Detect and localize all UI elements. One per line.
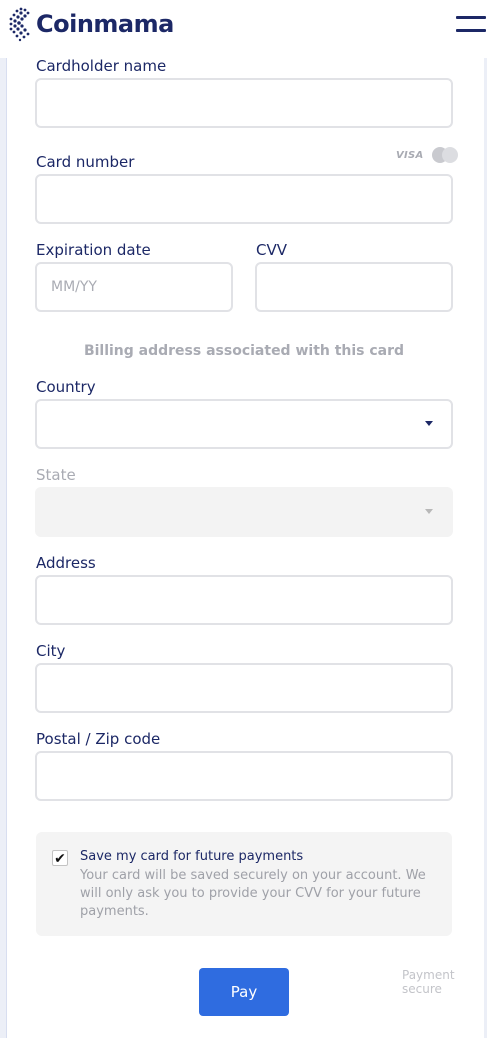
postal-code-input[interactable] (35, 751, 453, 801)
coinmama-logo-icon (9, 7, 30, 42)
expiration-date-input[interactable] (35, 262, 233, 312)
cvv-label: CVV (256, 241, 287, 259)
cardholder-name-input[interactable] (35, 78, 453, 128)
address-input[interactable] (35, 575, 453, 625)
cvv-input[interactable] (255, 262, 453, 312)
save-card-checkbox[interactable]: ✔ (52, 850, 68, 866)
expiration-date-label: Expiration date (36, 241, 151, 259)
cardholder-name-label: Cardholder name (36, 57, 167, 75)
country-label: Country (36, 378, 96, 396)
chevron-down-icon (425, 509, 433, 514)
address-label: Address (36, 554, 96, 572)
pay-button[interactable]: Pay (199, 968, 289, 1016)
save-card-description: Your card will be saved securely on your… (80, 868, 426, 919)
country-select[interactable] (35, 399, 453, 449)
city-label: City (36, 642, 66, 660)
city-input[interactable] (35, 663, 453, 713)
brand-logo[interactable]: Coinmama (8, 6, 174, 42)
card-number-label: Card number (36, 153, 135, 171)
accepted-card-brands: VISA (396, 146, 458, 164)
top-header: Coinmama (0, 0, 487, 58)
billing-address-heading: Billing address associated with this car… (83, 343, 405, 359)
hamburger-menu-icon[interactable] (456, 16, 486, 34)
save-card-section: ✔ Save my card for future payments Your … (36, 832, 452, 936)
save-card-title: Save my card for future payments (80, 849, 304, 864)
state-label: State (36, 466, 76, 484)
visa-icon: VISA (396, 149, 424, 161)
chevron-down-icon (425, 421, 433, 426)
mastercard-icon (431, 147, 458, 163)
payment-secure-note: Payment secure (402, 968, 455, 996)
brand-name: Coinmama (36, 10, 174, 38)
card-number-input[interactable] (35, 174, 453, 224)
state-select (35, 487, 453, 537)
postal-code-label: Postal / Zip code (36, 730, 161, 748)
